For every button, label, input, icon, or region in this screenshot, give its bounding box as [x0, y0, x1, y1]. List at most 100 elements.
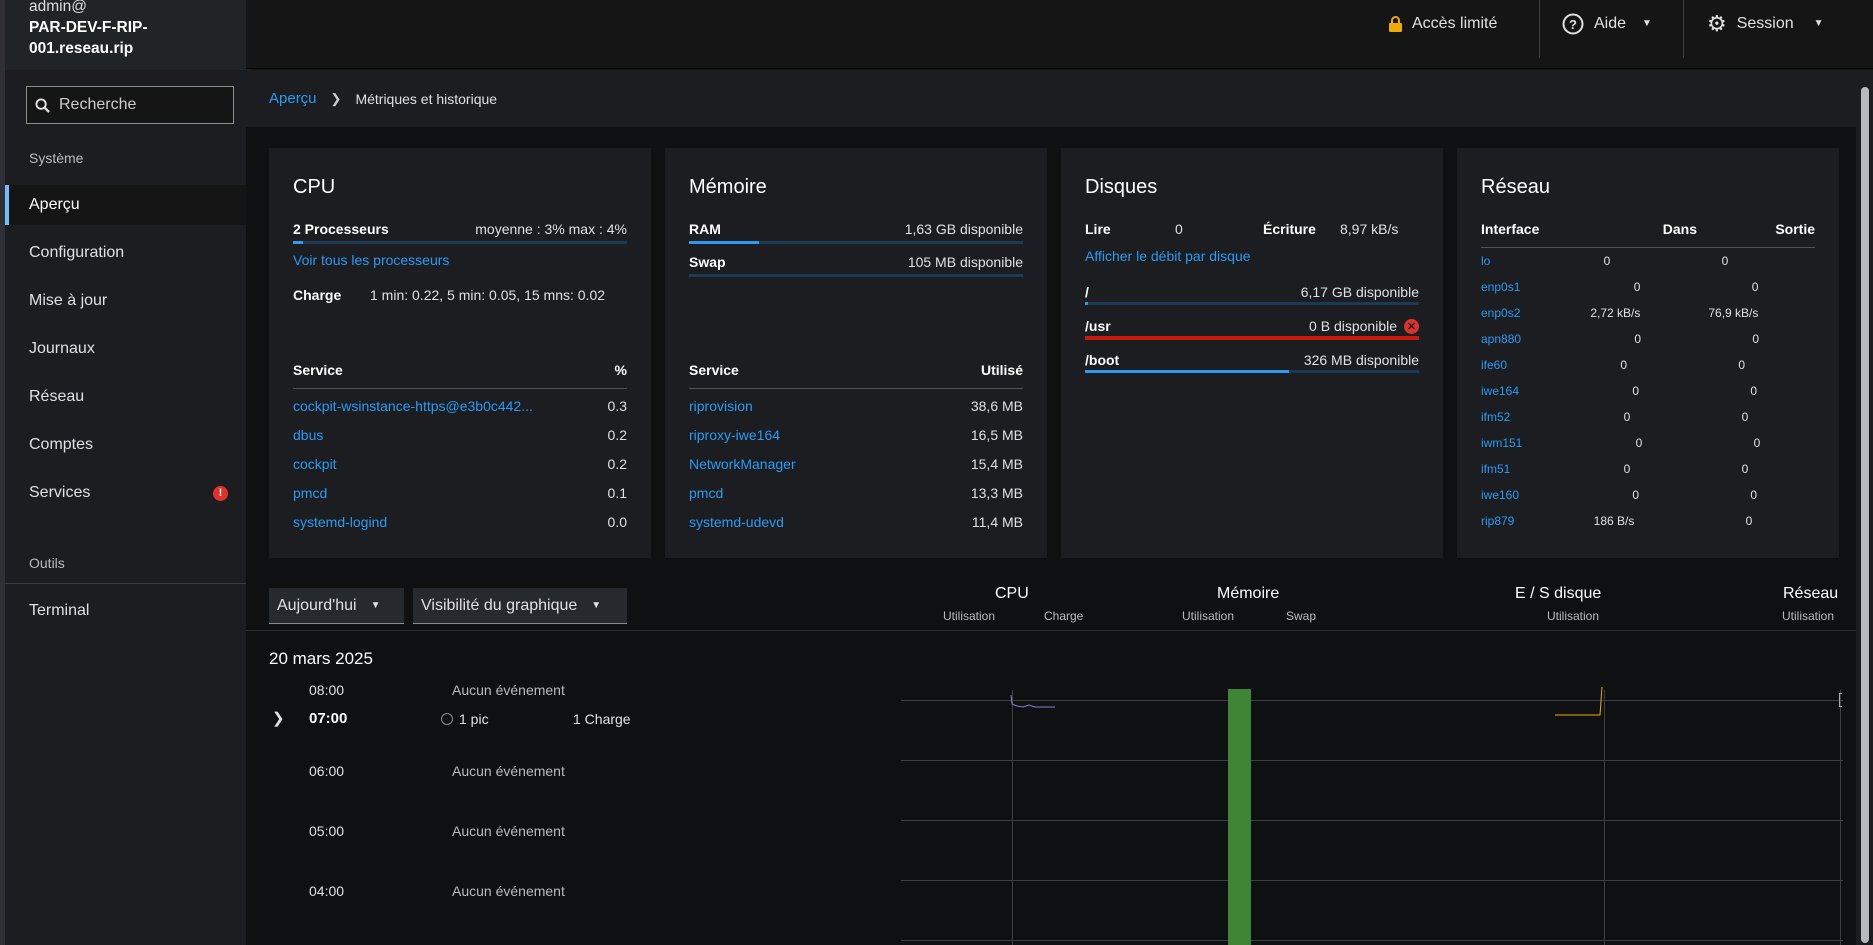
- history-sub-cpu-load: Charge: [1044, 609, 1084, 623]
- network-interface-link[interactable]: rip879: [1481, 514, 1514, 528]
- nav-item-overview[interactable]: Aperçu: [5, 185, 246, 225]
- masthead: Accès limité ? Aide ▼ ⚙ Session ▼: [246, 0, 1873, 69]
- ram-usage-fill: [689, 241, 760, 244]
- network-row: ifm51 0 0: [1481, 462, 1815, 476]
- nav-item-network[interactable]: Réseau: [5, 377, 246, 417]
- network-in-value: 0: [1633, 280, 1641, 294]
- history-col-disk: E / S disque: [1515, 585, 1602, 602]
- graph-column-divider: [1604, 690, 1605, 945]
- time-range-value: Aujourd'hui: [277, 596, 357, 614]
- network-in-value: 0: [1632, 488, 1640, 502]
- limited-access-button[interactable]: Accès limité: [1389, 0, 1497, 47]
- host-user: admin@: [29, 0, 87, 15]
- memory-service-link[interactable]: systemd-udevd: [689, 514, 784, 530]
- cpu-card: CPU 2 Processeurs moyenne : 3% max : 4% …: [269, 148, 651, 558]
- scrollbar-thumb[interactable]: [1861, 87, 1869, 943]
- network-out-value: 0: [1741, 410, 1749, 424]
- per-disk-throughput-link[interactable]: Afficher le débit par disque: [1085, 248, 1251, 264]
- network-out-value: 0: [1721, 254, 1729, 268]
- cpu-service-value: 0.2: [607, 427, 627, 443]
- network-interface-link[interactable]: iwm151: [1481, 436, 1522, 450]
- breadcrumb-overview-link[interactable]: Aperçu: [269, 90, 317, 107]
- network-in-value: 0: [1603, 254, 1611, 268]
- cpu-service-link[interactable]: pmcd: [293, 485, 327, 501]
- memory-service-link[interactable]: pmcd: [689, 485, 723, 501]
- network-interface-link[interactable]: ifm51: [1481, 462, 1510, 476]
- memory-service-row: riproxy-iwe164 16,5 MB: [689, 427, 1023, 443]
- nav-item-accounts[interactable]: Comptes: [5, 425, 246, 465]
- network-interface-link[interactable]: ife60: [1481, 358, 1507, 372]
- ram-value: 1,63 GB disponible: [904, 221, 1023, 237]
- memory-service-link[interactable]: riproxy-iwe164: [689, 427, 780, 443]
- session-menu[interactable]: ⚙ Session ▼: [1707, 0, 1824, 47]
- graph-gridline: [901, 760, 1843, 761]
- nav-item-terminal[interactable]: Terminal: [5, 591, 246, 631]
- nav-item-configuration[interactable]: Configuration: [5, 233, 246, 273]
- see-all-processors-link[interactable]: Voir tous les processeurs: [293, 252, 449, 268]
- hour-label: 04:00: [309, 883, 345, 899]
- mount-available: 326 MB disponible: [1303, 352, 1419, 368]
- breadcrumb: Aperçu ❯ Métriques et historique: [246, 70, 1856, 127]
- cpu-service-link[interactable]: dbus: [293, 427, 323, 443]
- network-out-value: 0: [1752, 332, 1760, 346]
- network-interface-link[interactable]: iwe164: [1481, 384, 1519, 398]
- memory-table-header: Service Utilisé: [689, 362, 1023, 389]
- expand-hour-chevron-icon[interactable]: ❯: [272, 709, 285, 727]
- nav-item-updates[interactable]: Mise à jour: [5, 281, 246, 321]
- network-col-out: Sortie: [1775, 221, 1815, 237]
- swap-value: 105 MB disponible: [907, 254, 1023, 270]
- time-range-select[interactable]: Aujourd'hui ▼: [269, 588, 404, 624]
- network-row: iwe160 0 0: [1481, 488, 1815, 502]
- history-sub-memory-swap: Swap: [1286, 609, 1317, 623]
- swap-label: Swap: [689, 254, 726, 270]
- cpu-service-link[interactable]: cockpit: [293, 456, 337, 472]
- memory-service-row: pmcd 13,3 MB: [689, 485, 1023, 501]
- nav-item-logs[interactable]: Journaux: [5, 329, 246, 369]
- memory-card: Mémoire RAM 1,63 GB disponible Swap 105 …: [665, 148, 1047, 558]
- network-col-interface: Interface: [1481, 221, 1540, 237]
- hour-event: 1 pic: [441, 711, 489, 727]
- hour-event-load: 1 Charge: [573, 711, 631, 727]
- hour-event: Aucun événement: [452, 763, 565, 779]
- network-interface-link[interactable]: ifm52: [1481, 410, 1510, 424]
- mount-info: 326 MB disponible: [1304, 352, 1419, 368]
- network-row: ife60 0 0: [1481, 358, 1815, 372]
- network-interface-link[interactable]: enp0s1: [1481, 280, 1520, 294]
- mount-usage-bar: [1085, 336, 1419, 340]
- swap-usage-bar: [689, 274, 1023, 277]
- network-interface-link[interactable]: iwe160: [1481, 488, 1519, 502]
- memory-service-link[interactable]: NetworkManager: [689, 456, 796, 472]
- hour-label: 06:00: [309, 763, 345, 779]
- memory-service-link[interactable]: riprovision: [689, 398, 753, 414]
- ram-usage-bar: [689, 241, 1023, 244]
- network-out-value: 0: [1745, 514, 1753, 528]
- graph-visibility-select[interactable]: Visibilité du graphique ▼: [413, 588, 627, 624]
- spike-icon: [441, 713, 453, 725]
- hour-event: Aucun événement: [452, 682, 565, 698]
- network-row: enp0s2 2,72 kB/s 76,9 kB/s: [1481, 306, 1815, 320]
- network-interface-link[interactable]: apn880: [1481, 332, 1521, 346]
- page-scrollbar[interactable]: [1856, 70, 1873, 945]
- mount-path: /: [1085, 284, 1089, 300]
- disk-read-value: 0: [1175, 221, 1183, 237]
- network-interface-link[interactable]: lo: [1481, 254, 1490, 268]
- session-caret-icon: ▼: [1813, 18, 1824, 29]
- memory-service-value: 11,4 MB: [971, 514, 1023, 530]
- network-interface-link[interactable]: enp0s2: [1481, 306, 1520, 320]
- mount-available: 0 B disponible: [1309, 318, 1397, 334]
- hour-label: 07:00: [309, 710, 348, 727]
- cpu-service-value: 0.2: [607, 456, 627, 472]
- cpu-service-link[interactable]: systemd-logind: [293, 514, 387, 530]
- graph-gridline: [901, 820, 1843, 821]
- help-icon: ?: [1562, 13, 1584, 34]
- nav-item-services[interactable]: Services !: [5, 473, 246, 513]
- help-menu[interactable]: ? Aide ▼: [1562, 0, 1652, 47]
- mount-available: 6,17 GB disponible: [1300, 284, 1419, 300]
- network-in-value: 0: [1623, 410, 1631, 424]
- search-input[interactable]: Recherche: [26, 86, 234, 124]
- history-date: 20 mars 2025: [269, 649, 373, 668]
- cpu-service-link[interactable]: cockpit-wsinstance-https@e3b0c442...: [293, 398, 533, 414]
- cpu-load-value: 1 min: 0.22, 5 min: 0.05, 15 mns: 0.02: [370, 287, 606, 303]
- mount-usage-fill: [1085, 336, 1419, 340]
- host-switcher[interactable]: admin@ PAR-DEV-F-RIP- 001.reseau.rip: [5, 0, 251, 70]
